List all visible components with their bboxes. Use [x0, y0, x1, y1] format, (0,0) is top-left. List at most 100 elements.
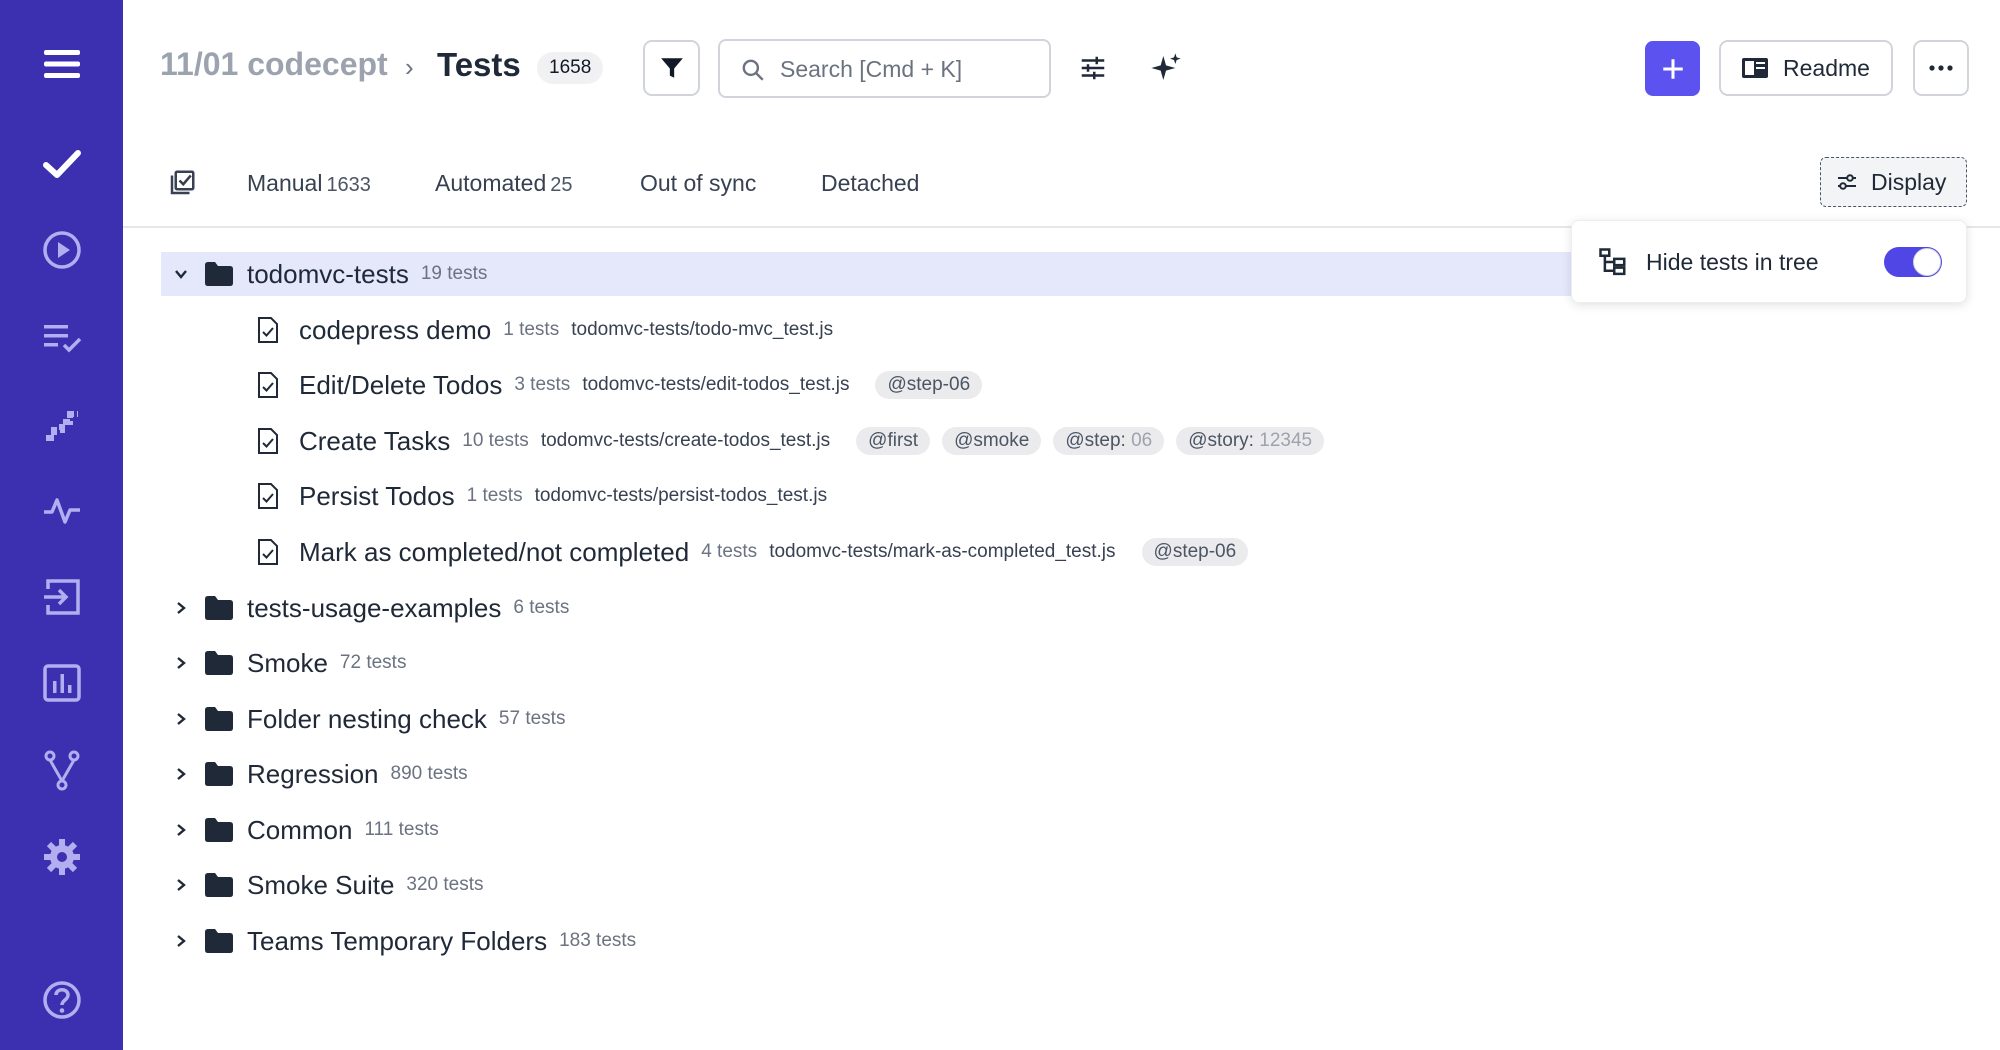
suite-name: codepress demo [299, 314, 492, 345]
pulse-icon[interactable] [0, 478, 123, 542]
more-options-button[interactable] [1913, 40, 1969, 96]
tag-badge[interactable]: @step-06 [875, 371, 983, 399]
search-input[interactable] [780, 51, 1040, 87]
folder-name: Smoke [247, 647, 328, 678]
folder-icon [201, 650, 237, 676]
suite-row[interactable]: Edit/Delete Todos 3 tests todomvc-tests/… [253, 363, 983, 407]
tab-manual[interactable]: Manual 1633 [247, 170, 371, 197]
suite-row[interactable]: Create Tasks 10 tests todomvc-tests/crea… [253, 419, 1325, 463]
import-icon[interactable] [0, 565, 123, 629]
suite-row[interactable]: Persist Todos 1 tests todomvc-tests/pers… [253, 474, 827, 518]
suite-row[interactable]: Mark as completed/not completed 4 tests … [253, 530, 1249, 574]
suite-row[interactable]: codepress demo 1 tests todomvc-tests/tod… [253, 308, 833, 352]
tab-label: Out of sync [640, 170, 757, 196]
suite-file-icon [253, 482, 283, 510]
chevron-down-icon[interactable] [161, 265, 201, 283]
suite-file-path: todomvc-tests/mark-as-completed_test.js [769, 541, 1116, 562]
folder-icon [201, 261, 237, 287]
suite-file-path: todomvc-tests/create-todos_test.js [540, 430, 831, 451]
folder-test-count: 111 tests [364, 819, 439, 840]
menu-icon[interactable] [0, 32, 123, 96]
display-popover: Hide tests in tree [1571, 220, 1967, 303]
tag-key: @smoke [954, 430, 1030, 451]
suite-name: Mark as completed/not completed [299, 536, 690, 567]
folder-test-count: 19 tests [420, 263, 488, 284]
folder-name: tests-usage-examples [247, 592, 502, 623]
plans-list-check-icon[interactable] [0, 305, 123, 369]
select-all-button[interactable] [167, 168, 197, 203]
tests-count-badge: 1658 [537, 52, 604, 84]
readme-button[interactable]: Readme [1719, 40, 1893, 96]
tag-badge[interactable]: @step: 06 [1053, 427, 1165, 455]
help-icon[interactable] [0, 968, 123, 1032]
chevron-right-icon[interactable] [161, 710, 201, 728]
folder-row[interactable]: tests-usage-examples 6 tests [161, 586, 569, 630]
tab-detached[interactable]: Detached [821, 170, 919, 197]
folder-name: Regression [247, 758, 379, 789]
suite-file-path: todomvc-tests/todo-mvc_test.js [571, 319, 834, 340]
filter-button[interactable] [643, 40, 700, 96]
folder-row[interactable]: todomvc-tests 19 tests [161, 252, 1641, 296]
tag-badge[interactable]: @story: 12345 [1176, 427, 1325, 455]
hide-tests-label: Hide tests in tree [1646, 249, 1819, 275]
suite-test-count: 1 tests [503, 319, 560, 340]
folder-icon [201, 595, 237, 621]
folder-icon [201, 817, 237, 843]
tab-count: 1633 [326, 174, 371, 196]
tag-key: @step: [1065, 430, 1126, 451]
tag-key: @step-06 [887, 374, 971, 395]
adjust-settings-button[interactable] [1068, 43, 1118, 93]
chevron-right-icon[interactable] [161, 654, 201, 672]
suite-file-icon [253, 371, 283, 399]
runs-play-icon[interactable] [0, 218, 123, 282]
ellipsis-icon [1929, 65, 1953, 71]
tab-count: 25 [550, 174, 573, 196]
suite-test-count: 10 tests [462, 430, 529, 451]
folder-row[interactable]: Teams Temporary Folders 183 tests [161, 919, 636, 963]
analytics-icon[interactable] [0, 651, 123, 715]
book-icon [1742, 58, 1768, 78]
tag-badge[interactable]: @step-06 [1141, 538, 1249, 566]
sparkle-icon [1151, 53, 1181, 80]
branches-icon[interactable] [0, 738, 123, 802]
chevron-right-icon[interactable] [161, 765, 201, 783]
folder-name: Teams Temporary Folders [247, 925, 548, 956]
tests-check-icon[interactable] [0, 132, 123, 196]
search-icon [742, 59, 764, 81]
breadcrumb-project[interactable]: 11/01 codecept [160, 46, 388, 83]
chevron-right-icon[interactable] [161, 932, 201, 950]
chevron-right-icon[interactable] [161, 821, 201, 839]
page-title: Tests [437, 46, 521, 83]
folder-name: Common [247, 814, 353, 845]
tag-badge[interactable]: @first [856, 427, 931, 455]
folder-row[interactable]: Folder nesting check 57 tests [161, 697, 565, 741]
tab-automated[interactable]: Automated 25 [435, 170, 573, 197]
folder-test-count: 57 tests [498, 708, 566, 729]
tag-badge[interactable]: @smoke [942, 427, 1042, 455]
chevron-right-icon[interactable] [161, 876, 201, 894]
tab-out-of-sync[interactable]: Out of sync [640, 170, 756, 197]
folder-test-count: 6 tests [513, 597, 570, 618]
folder-test-count: 72 tests [339, 652, 407, 673]
multi-select-icon [170, 170, 195, 195]
display-button[interactable]: Display [1820, 157, 1967, 207]
search-box[interactable] [718, 39, 1051, 98]
folder-test-count: 183 tests [559, 930, 637, 951]
ai-sparkle-button[interactable] [1141, 43, 1191, 93]
folder-row[interactable]: Regression 890 tests [161, 752, 468, 796]
chevron-right-icon[interactable] [161, 599, 201, 617]
suite-name: Persist Todos [299, 480, 455, 511]
folder-test-count: 320 tests [406, 874, 484, 895]
folder-icon [201, 706, 237, 732]
suite-test-count: 3 tests [514, 374, 571, 395]
hide-tests-toggle[interactable] [1884, 247, 1942, 277]
tab-label: Manual [247, 170, 323, 196]
display-label: Display [1871, 168, 1947, 195]
folder-row[interactable]: Common 111 tests [161, 808, 439, 852]
add-button[interactable] [1645, 41, 1700, 96]
folder-icon [201, 928, 237, 954]
folder-row[interactable]: Smoke 72 tests [161, 641, 406, 685]
settings-gear-icon[interactable] [0, 825, 123, 889]
steps-stairs-icon[interactable] [0, 392, 123, 456]
folder-row[interactable]: Smoke Suite 320 tests [161, 863, 484, 907]
